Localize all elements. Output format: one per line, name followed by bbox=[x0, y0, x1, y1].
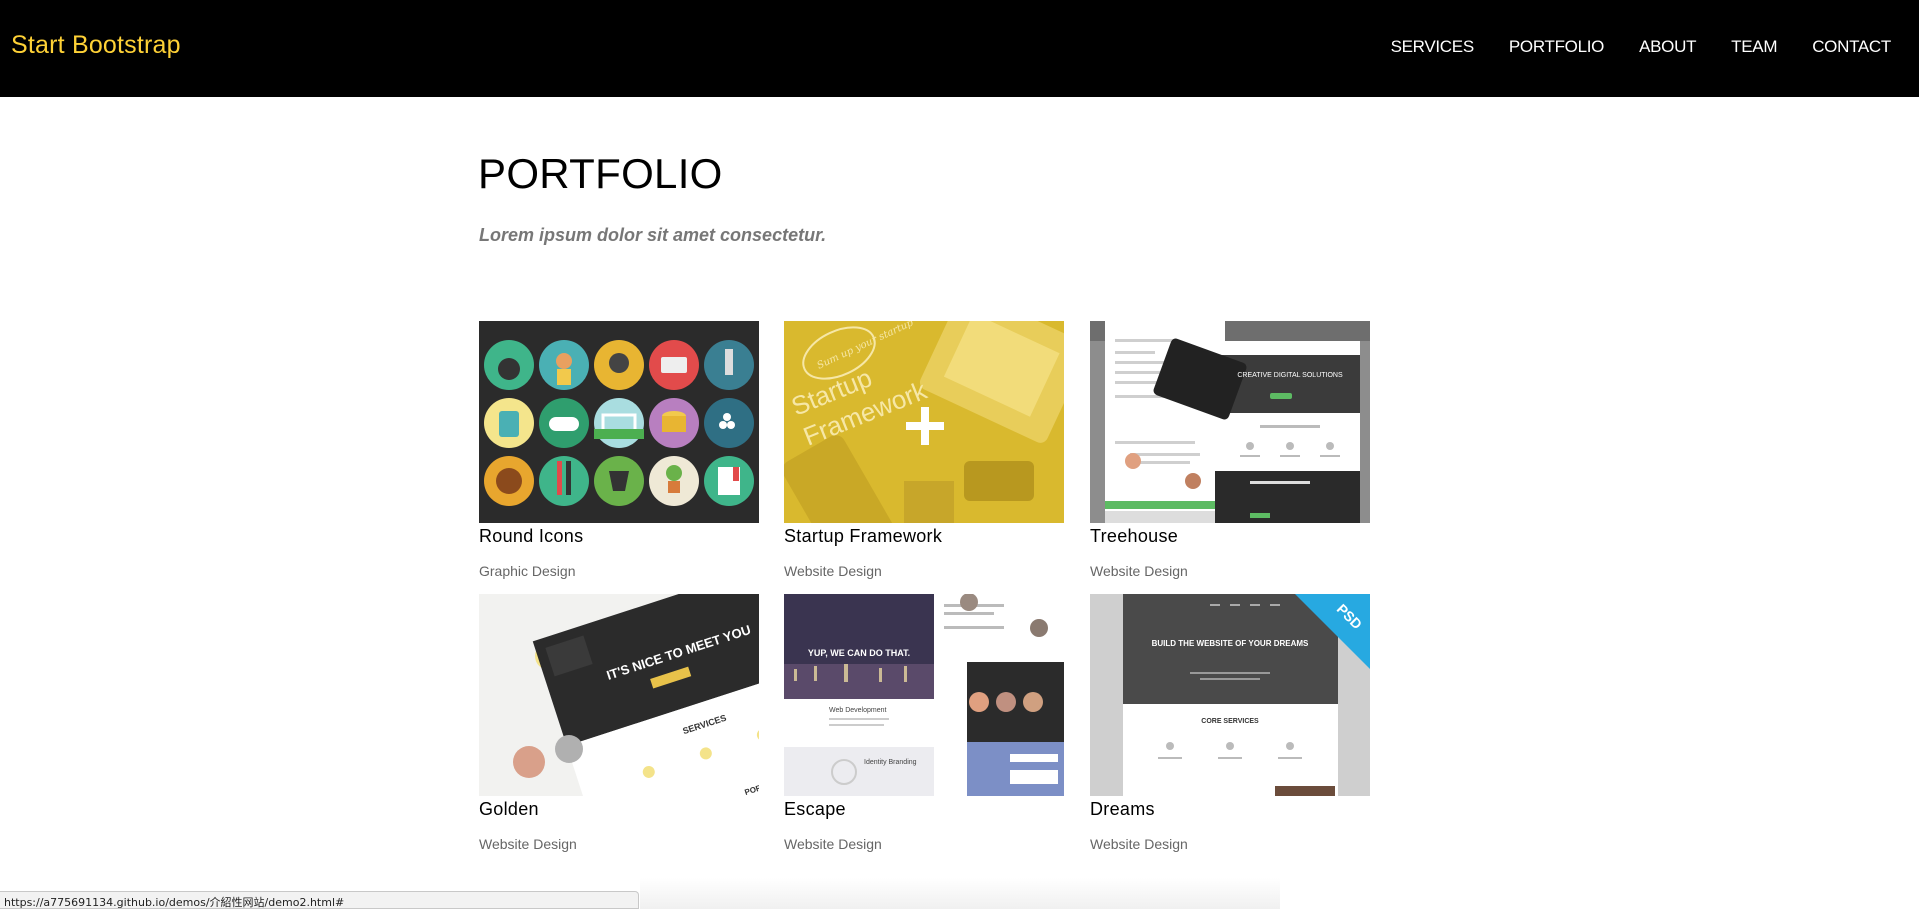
portfolio-item-title: Dreams bbox=[1090, 799, 1155, 819]
section-title: PORTFOLIO bbox=[478, 150, 723, 197]
nav-item-team[interactable]: TEAM bbox=[1731, 37, 1777, 57]
portfolio-item-category: Website Design bbox=[1090, 836, 1188, 852]
portfolio-item-category: Website Design bbox=[479, 836, 577, 852]
portfolio-thumbnail[interactable]: YUP, WE CAN DO THAT. Web Development Ide… bbox=[784, 594, 1064, 796]
escape-thumb-branding: Identity Branding bbox=[864, 759, 917, 766]
brand-link[interactable]: Start Bootstrap bbox=[11, 31, 181, 60]
section-subtitle: Lorem ipsum dolor sit amet consectetur. bbox=[479, 225, 827, 245]
portfolio-item-category: Website Design bbox=[1090, 563, 1188, 579]
nav-item-portfolio[interactable]: PORTFOLIO bbox=[1509, 37, 1605, 57]
portfolio-item-treehouse[interactable]: CREATIVE DIGITAL SOLUTIONS Treehouse Web… bbox=[1090, 321, 1370, 579]
treehouse-image: CREATIVE DIGITAL SOLUTIONS bbox=[1090, 321, 1370, 523]
nav-item-services[interactable]: SERVICES bbox=[1391, 37, 1475, 57]
portfolio-thumbnail[interactable]: CREATIVE DIGITAL SOLUTIONS bbox=[1090, 321, 1370, 523]
portfolio-thumbnail[interactable]: Sum up your startup Startup Framework bbox=[784, 321, 1064, 523]
portfolio-thumbnail[interactable] bbox=[479, 321, 759, 523]
browser-status-bar: https://a775691134.github.io/demos/介紹性网站… bbox=[0, 891, 639, 909]
portfolio-item-title: Treehouse bbox=[1090, 526, 1179, 546]
portfolio-item-round-icons[interactable]: Round Icons Graphic Design bbox=[479, 321, 759, 579]
portfolio-item-title: Round Icons bbox=[479, 526, 584, 546]
startup-framework-image: Sum up your startup Startup Framework bbox=[784, 321, 1064, 523]
portfolio-item-escape[interactable]: YUP, WE CAN DO THAT. Web Development Ide… bbox=[784, 594, 1064, 852]
portfolio-item-startup-framework[interactable]: Sum up your startup Startup Framework St… bbox=[784, 321, 1064, 579]
portfolio-thumbnail[interactable]: IT'S NICE TO MEET YOU SERVICES PORTFOLIO bbox=[479, 594, 759, 796]
escape-image: YUP, WE CAN DO THAT. Web Development Ide… bbox=[784, 594, 1064, 796]
navbar: Start Bootstrap SERVICES PORTFOLIO ABOUT… bbox=[0, 0, 1919, 97]
portfolio-item-category: Graphic Design bbox=[479, 563, 576, 579]
round-icons-image bbox=[479, 321, 759, 523]
dreams-thumb-heading: BUILD THE WEBSITE OF YOUR DREAMS bbox=[1152, 639, 1309, 648]
dreams-image: BUILD THE WEBSITE OF YOUR DREAMS CORE SE… bbox=[1090, 594, 1370, 796]
portfolio-item-category: Website Design bbox=[784, 563, 882, 579]
treehouse-thumb-heading: CREATIVE DIGITAL SOLUTIONS bbox=[1237, 372, 1343, 379]
portfolio-item-title: Escape bbox=[784, 799, 846, 819]
nav-item-about[interactable]: ABOUT bbox=[1639, 37, 1696, 57]
main-nav: SERVICES PORTFOLIO ABOUT TEAM CONTACT bbox=[1356, 37, 1892, 57]
portfolio-item-dreams[interactable]: BUILD THE WEBSITE OF YOUR DREAMS CORE SE… bbox=[1090, 594, 1370, 852]
golden-image: IT'S NICE TO MEET YOU SERVICES PORTFOLIO bbox=[479, 594, 759, 796]
portfolio-item-golden[interactable]: IT'S NICE TO MEET YOU SERVICES PORTFOLIO… bbox=[479, 594, 759, 852]
portfolio-item-title: Golden bbox=[479, 799, 539, 819]
portfolio-item-title: Startup Framework bbox=[784, 526, 943, 546]
scroll-fade bbox=[640, 878, 1280, 909]
escape-thumb-heading: YUP, WE CAN DO THAT. bbox=[808, 648, 910, 658]
portfolio-thumbnail[interactable]: BUILD THE WEBSITE OF YOUR DREAMS CORE SE… bbox=[1090, 594, 1370, 796]
nav-item-contact[interactable]: CONTACT bbox=[1812, 37, 1891, 57]
dreams-thumb-services: CORE SERVICES bbox=[1201, 718, 1259, 725]
escape-thumb-web: Web Development bbox=[829, 707, 887, 714]
portfolio-item-category: Website Design bbox=[784, 836, 882, 852]
